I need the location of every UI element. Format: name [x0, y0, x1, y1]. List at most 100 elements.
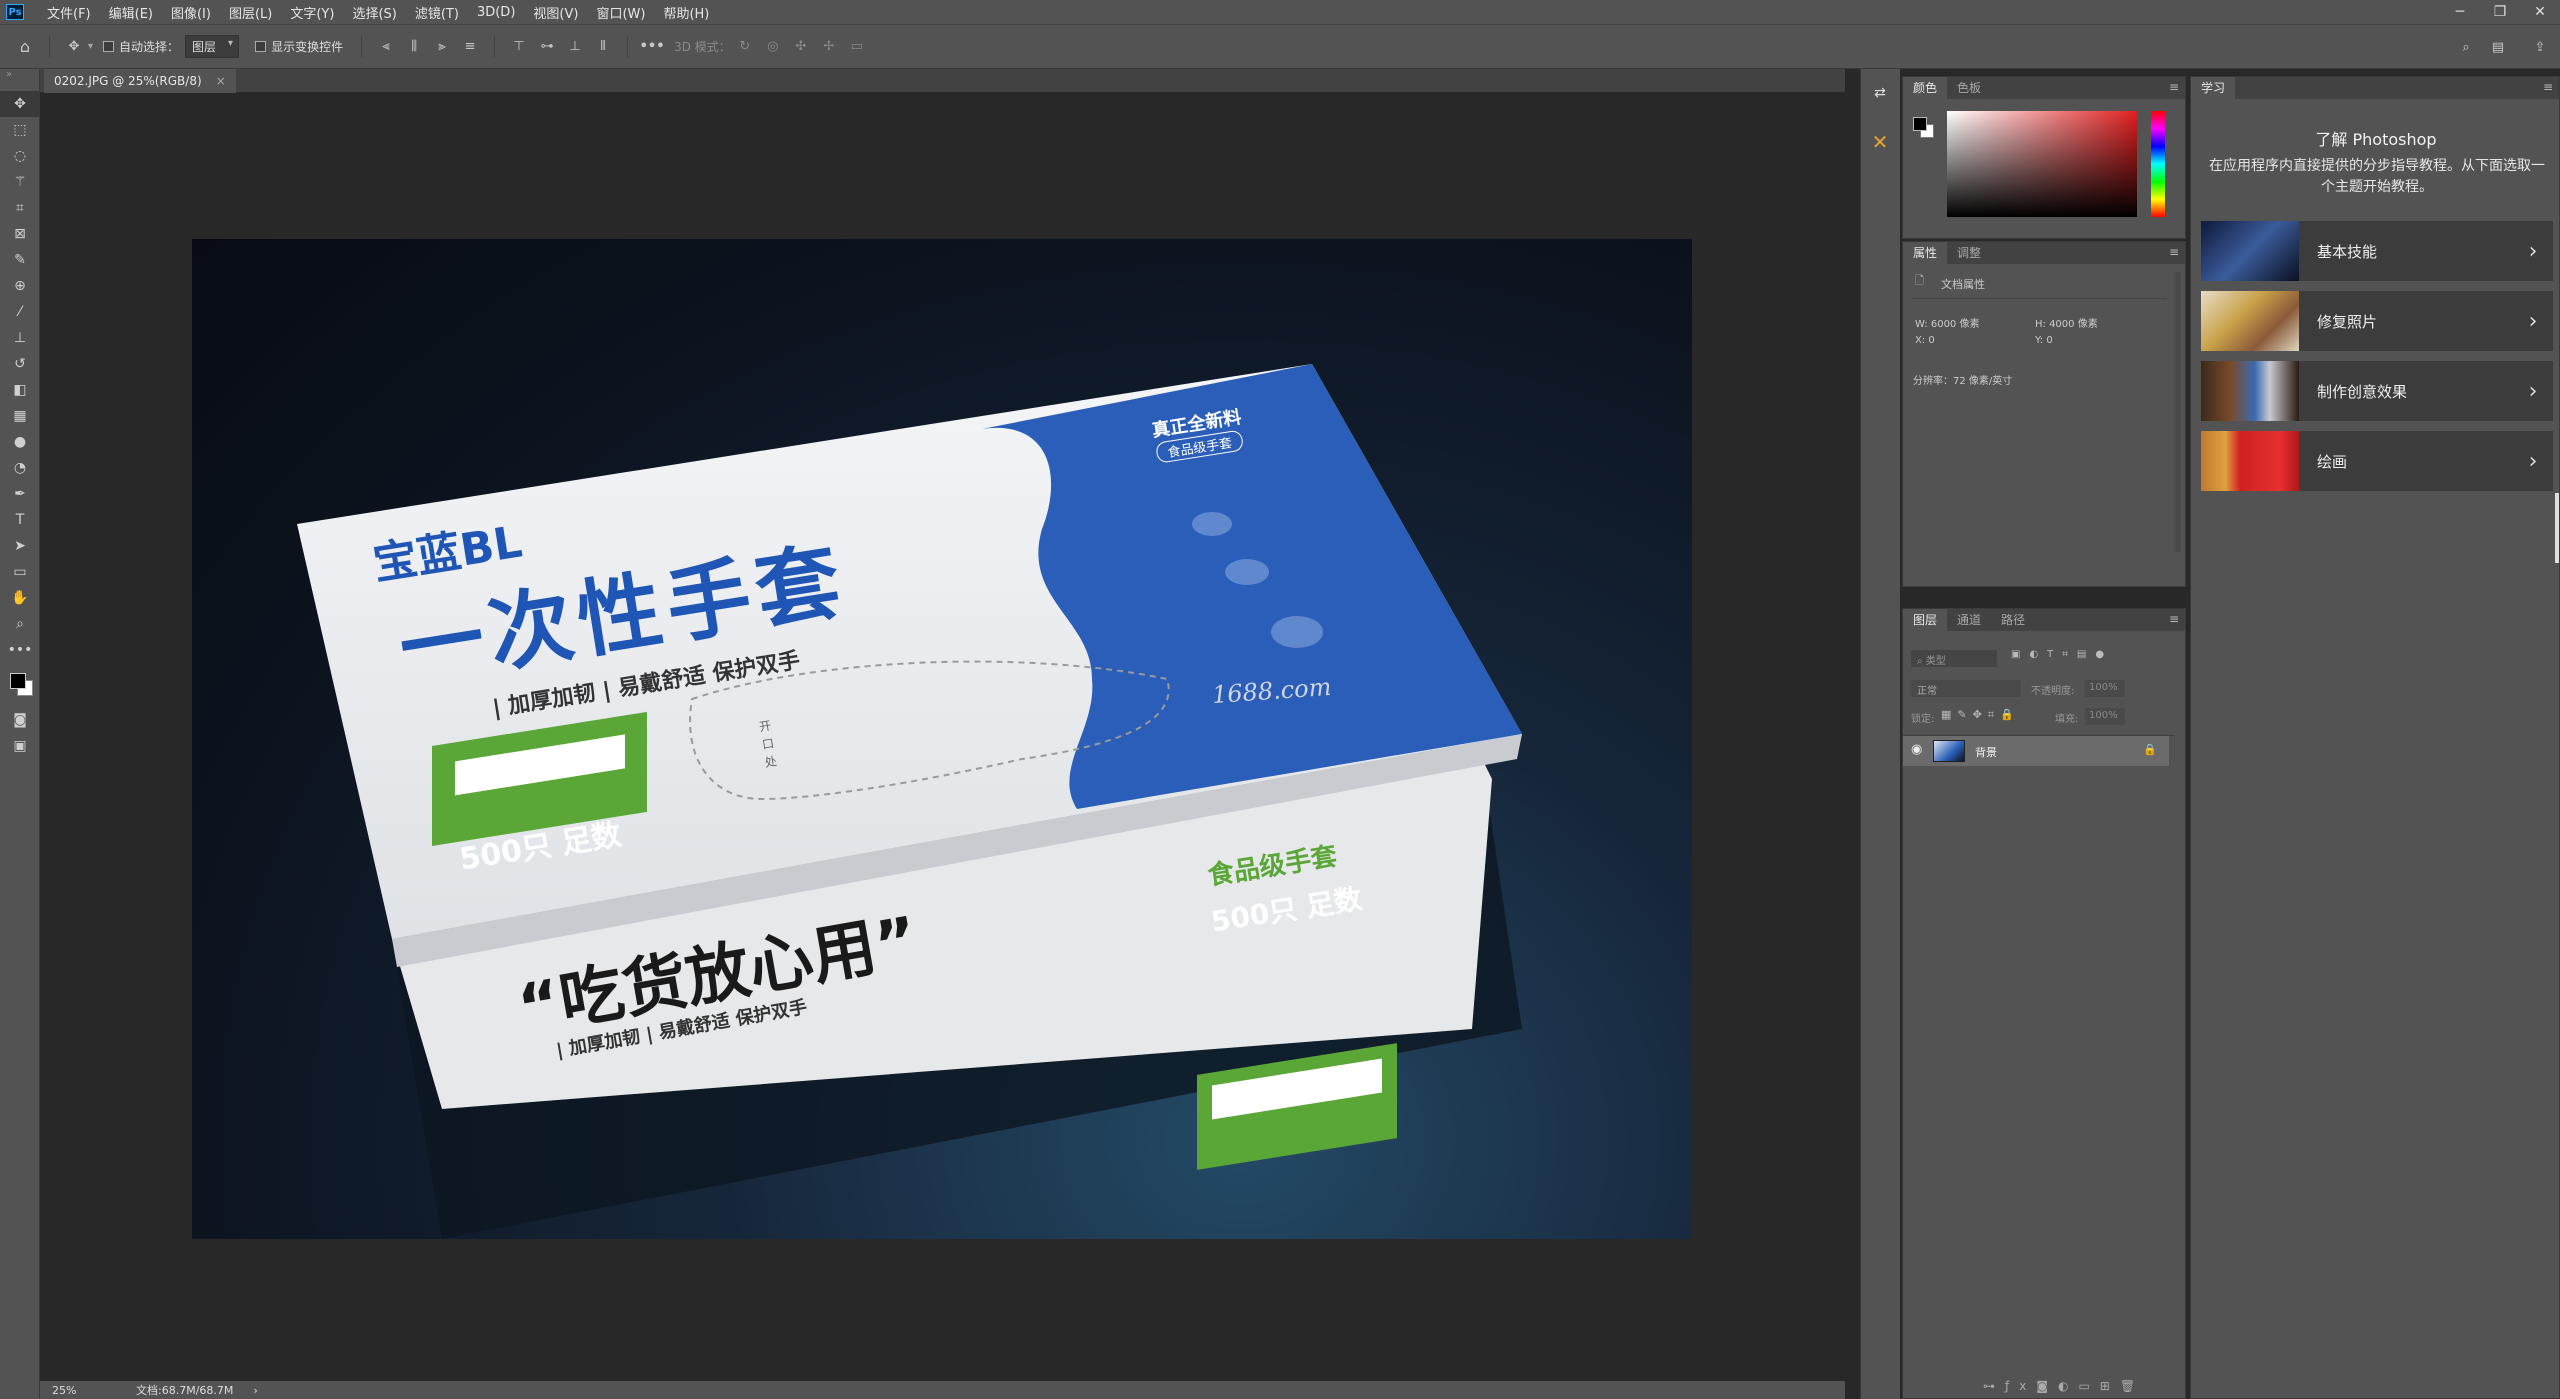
tools-preset-icon[interactable]: ✕: [1865, 127, 1895, 157]
rectangle-tool-icon[interactable]: ▭: [0, 559, 40, 585]
y-value[interactable]: Y: 0: [2035, 335, 2053, 346]
x-value[interactable]: X: 0: [1915, 335, 1935, 346]
close-icon[interactable]: ✕: [2520, 0, 2560, 24]
collapse-icon[interactable]: »: [0, 69, 39, 91]
hue-slider[interactable]: [2151, 111, 2165, 217]
tab-color[interactable]: 颜色: [1903, 77, 1948, 99]
auto-select-checkbox[interactable]: [103, 41, 115, 52]
menu-image[interactable]: 图像(I): [162, 3, 220, 22]
stamp-tool-icon[interactable]: ⊥: [0, 325, 40, 351]
home-icon[interactable]: ⌂: [14, 36, 36, 58]
move-tool-icon[interactable]: ✥: [0, 91, 40, 117]
share-icon[interactable]: ⇪: [2529, 36, 2551, 58]
crop-tool-icon[interactable]: ⌗: [0, 195, 40, 221]
panel-menu-icon[interactable]: ≡: [2169, 80, 2179, 94]
layer-row[interactable]: ◉ 背景 🔒: [1903, 736, 2169, 766]
status-arrow-icon[interactable]: ›: [253, 1384, 257, 1397]
screen-mode-icon[interactable]: ▣: [0, 733, 40, 759]
chevron-down-icon[interactable]: ▾: [88, 41, 93, 52]
distribute-vertical-icon[interactable]: ≡: [459, 36, 481, 58]
history-brush-icon[interactable]: ↺: [0, 351, 40, 377]
3d-orbit-icon[interactable]: ↻: [734, 36, 756, 58]
lasso-tool-icon[interactable]: ◌: [0, 143, 40, 169]
align-top-icon[interactable]: ⊤: [508, 36, 530, 58]
layer-action-icons[interactable]: ⊶ƒx◙◐▭⊞🗑: [1983, 1379, 2145, 1393]
blur-tool-icon[interactable]: ●: [0, 429, 40, 455]
gradient-tool-icon[interactable]: ▦: [0, 403, 40, 429]
show-transform-checkbox[interactable]: [255, 41, 267, 52]
panel-menu-icon[interactable]: ≡: [2169, 612, 2179, 626]
blend-mode-dropdown[interactable]: 正常: [1911, 680, 2021, 697]
hand-tool-icon[interactable]: ✋: [0, 585, 40, 611]
3d-pan-icon[interactable]: ✣: [790, 36, 812, 58]
foreground-swatch[interactable]: [1913, 117, 1927, 131]
layer-name[interactable]: 背景: [1975, 744, 1997, 760]
lock-icon[interactable]: 🔒: [2143, 743, 2157, 756]
align-bottom-icon[interactable]: ⊥: [564, 36, 586, 58]
learn-item-painting[interactable]: 绘画 ›: [2201, 431, 2553, 491]
type-tool-icon[interactable]: T: [0, 507, 40, 533]
fill-field[interactable]: 100%: [2085, 708, 2125, 725]
menu-edit[interactable]: 编辑(E): [100, 3, 162, 22]
workspace-icon[interactable]: ▤: [2487, 36, 2509, 58]
eye-icon[interactable]: ◉: [1911, 742, 1922, 757]
menu-type[interactable]: 文字(Y): [281, 3, 343, 22]
brush-tool-icon[interactable]: ⁄: [0, 299, 40, 325]
eraser-tool-icon[interactable]: ◧: [0, 377, 40, 403]
quick-mask-icon[interactable]: ◙: [0, 707, 40, 733]
distribute-horizontal-icon[interactable]: ⦀: [592, 36, 614, 58]
frame-tool-icon[interactable]: ⊠: [0, 221, 40, 247]
tab-paths[interactable]: 路径: [1991, 609, 2035, 631]
edit-toolbar-icon[interactable]: •••: [0, 637, 40, 663]
tab-channels[interactable]: 通道: [1947, 609, 1991, 631]
eyedropper-icon[interactable]: ✎: [0, 247, 40, 273]
menu-select[interactable]: 选择(S): [343, 3, 405, 22]
panel-menu-icon[interactable]: ≡: [2169, 245, 2179, 259]
tab-properties[interactable]: 属性: [1903, 242, 1948, 264]
scrollbar[interactable]: [2555, 493, 2559, 563]
menu-view[interactable]: 视图(V): [524, 3, 587, 22]
learn-item-creative-effects[interactable]: 制作创意效果 ›: [2201, 361, 2553, 421]
path-select-icon[interactable]: ➤: [0, 533, 40, 559]
search-icon[interactable]: ⌕: [2455, 36, 2477, 58]
learn-item-fix-photos[interactable]: 修复照片 ›: [2201, 291, 2553, 351]
learn-item-basic-skills[interactable]: 基本技能 ›: [2201, 221, 2553, 281]
scrollbar[interactable]: [2175, 272, 2181, 552]
align-hcenter-icon[interactable]: ⫼: [403, 36, 425, 58]
zoom-tool-icon[interactable]: ⌕: [0, 611, 40, 637]
color-swatches[interactable]: [0, 663, 39, 707]
more-options-icon[interactable]: •••: [640, 36, 665, 58]
healing-brush-icon[interactable]: ⊕: [0, 273, 40, 299]
align-left-icon[interactable]: ⫷: [375, 36, 397, 58]
marquee-tool-icon[interactable]: ⬚: [0, 117, 40, 143]
align-right-icon[interactable]: ⫸: [431, 36, 453, 58]
color-field[interactable]: [1947, 111, 2137, 217]
3d-scale-icon[interactable]: ▭: [846, 36, 868, 58]
history-icon[interactable]: ⇄: [1865, 85, 1895, 109]
document-tab[interactable]: 0202.JPG @ 25%(RGB/8) ×: [44, 69, 236, 93]
opacity-field[interactable]: 100%: [2085, 680, 2125, 697]
zoom-level[interactable]: 25%: [52, 1384, 112, 1397]
menu-help[interactable]: 帮助(H): [654, 3, 718, 22]
height-value[interactable]: H: 4000 像素: [2035, 315, 2098, 330]
tab-layers[interactable]: 图层: [1903, 609, 1948, 631]
menu-file[interactable]: 文件(F): [38, 3, 100, 22]
menu-layer[interactable]: 图层(L): [220, 3, 281, 22]
move-tool-icon[interactable]: ✥: [63, 36, 85, 58]
restore-icon[interactable]: ❐: [2480, 0, 2520, 24]
menu-filter[interactable]: 滤镜(T): [406, 3, 468, 22]
tab-adjustments[interactable]: 调整: [1947, 242, 1991, 264]
3d-slide-icon[interactable]: ✢: [818, 36, 840, 58]
filter-icons[interactable]: ▣◐T⌗▤●: [2011, 649, 2113, 660]
foreground-color[interactable]: [10, 673, 26, 689]
pen-tool-icon[interactable]: ✒: [0, 481, 40, 507]
lock-icons[interactable]: ▦✎✥⌗🔒: [1941, 708, 2020, 722]
close-icon[interactable]: ×: [216, 74, 226, 88]
3d-roll-icon[interactable]: ◎: [762, 36, 784, 58]
auto-select-dropdown[interactable]: 图层: [185, 35, 240, 58]
tab-swatches[interactable]: 色板: [1947, 77, 1991, 99]
menu-window[interactable]: 窗口(W): [587, 3, 654, 22]
width-value[interactable]: W: 6000 像素: [1915, 315, 1979, 330]
magic-wand-icon[interactable]: ⚚: [0, 169, 40, 195]
dodge-tool-icon[interactable]: ◔: [0, 455, 40, 481]
